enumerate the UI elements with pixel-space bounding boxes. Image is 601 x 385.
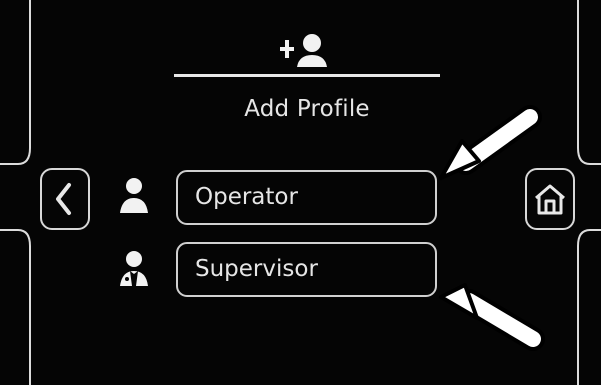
add-profile-label: Add Profile	[244, 96, 370, 122]
back-button[interactable]	[40, 168, 90, 230]
home-button[interactable]	[525, 168, 575, 230]
device-screen: Add Profile Operator Supervisor	[0, 0, 601, 385]
operator-user-icon	[120, 178, 148, 213]
add-user-icon	[280, 34, 327, 67]
home-icon	[535, 184, 565, 215]
supervisor-profile-field[interactable]: Supervisor	[176, 242, 437, 297]
supervisor-user-icon	[120, 251, 148, 286]
add-profile-divider	[174, 74, 440, 77]
chevron-left-icon	[56, 183, 71, 215]
operator-profile-field[interactable]: Operator	[176, 170, 437, 225]
add-profile-button[interactable]: Add Profile	[174, 26, 440, 136]
